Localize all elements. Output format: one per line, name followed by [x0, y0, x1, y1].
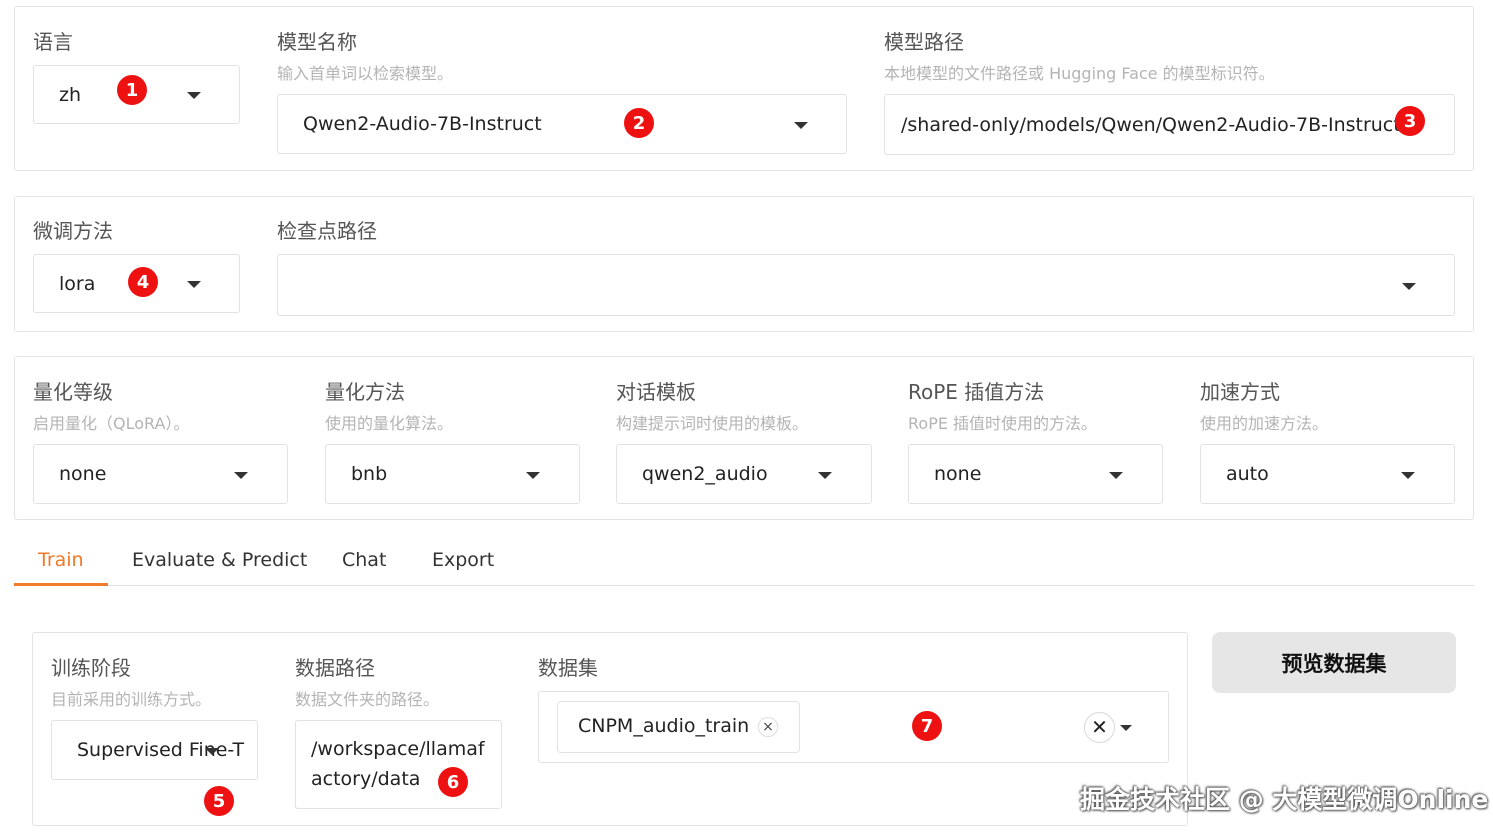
rope-dropdown[interactable]: none — [908, 444, 1163, 504]
quant-bit-dropdown[interactable]: none — [33, 444, 288, 504]
quant-method-value: bnb — [351, 463, 388, 485]
quant-method-dropdown[interactable]: bnb — [325, 444, 580, 504]
chevron-down-icon — [526, 472, 540, 479]
annotation-badge-2: 2 — [624, 108, 654, 138]
tab-train[interactable]: Train — [38, 549, 84, 571]
quant-bit-label: 量化等级 — [33, 380, 113, 404]
quant-method-hint: 使用的量化算法。 — [325, 414, 454, 433]
dataset-chip-label: CNPM_audio_train — [578, 715, 750, 737]
checkpoint-label: 检查点路径 — [277, 219, 377, 243]
model-path-label: 模型路径 — [884, 30, 964, 54]
model-path-hint: 本地模型的文件路径或 Hugging Face 的模型标识符。 — [884, 64, 1275, 83]
dataset-dir-value-line1: /workspace/llamaf — [311, 738, 485, 760]
annotation-badge-5: 5 — [204, 786, 234, 816]
model-path-input[interactable]: /shared-only/models/Qwen/Qwen2-Audio-7B-… — [884, 94, 1455, 155]
annotation-badge-7: 7 — [912, 711, 942, 741]
model-name-hint: 输入首单词以检索模型。 — [277, 64, 454, 83]
rope-hint: RoPE 插值时使用的方法。 — [908, 414, 1098, 433]
template-dropdown[interactable]: qwen2_audio — [616, 444, 872, 504]
training-stage-hint: 目前采用的训练方式。 — [51, 690, 212, 709]
chevron-down-icon — [205, 748, 219, 755]
chevron-down-icon — [234, 472, 248, 479]
annotation-badge-3: 3 — [1395, 106, 1425, 136]
model-name-dropdown[interactable]: Qwen2-Audio-7B-Instruct — [277, 94, 847, 154]
booster-dropdown[interactable]: auto — [1200, 444, 1455, 504]
language-label: 语言 — [33, 30, 73, 54]
quant-method-label: 量化方法 — [325, 380, 405, 404]
dataset-multiselect[interactable]: CNPM_audio_train × ✕ — [538, 691, 1169, 763]
watermark: 掘金技术社区 @ 大模型微调Online — [1080, 785, 1489, 814]
template-hint: 构建提示词时使用的模板。 — [616, 414, 809, 433]
training-stage-dropdown[interactable]: Supervised Fine-T — [51, 720, 258, 780]
annotation-badge-1: 1 — [117, 75, 147, 105]
tab-bar — [14, 585, 1474, 586]
chevron-down-icon — [1402, 283, 1416, 290]
quant-bit-hint: 启用量化（QLoRA）。 — [33, 414, 190, 433]
booster-value: auto — [1226, 463, 1269, 485]
rope-value: none — [934, 463, 982, 485]
chevron-down-icon — [187, 281, 201, 288]
dataset-dir-value-line2: actory/data — [311, 768, 421, 790]
dataset-dir-input[interactable]: /workspace/llamaf actory/data — [295, 720, 502, 809]
chevron-down-icon — [1120, 725, 1132, 731]
finetune-method-label: 微调方法 — [33, 219, 113, 243]
chip-remove-icon[interactable]: × — [758, 717, 778, 737]
language-value: zh — [59, 83, 82, 106]
tab-train-underline — [14, 583, 108, 586]
quant-bit-value: none — [59, 463, 107, 485]
booster-hint: 使用的加速方法。 — [1200, 414, 1329, 433]
clear-icon[interactable]: ✕ — [1084, 712, 1115, 743]
checkpoint-dropdown[interactable] — [277, 254, 1455, 316]
annotation-badge-6: 6 — [438, 767, 468, 797]
model-path-value: /shared-only/models/Qwen/Qwen2-Audio-7B-… — [901, 113, 1401, 136]
dataset-label: 数据集 — [538, 656, 598, 680]
finetune-method-value: lora — [59, 272, 96, 295]
template-label: 对话模板 — [616, 380, 696, 404]
chevron-down-icon — [1109, 472, 1123, 479]
chevron-down-icon — [794, 122, 808, 129]
training-stage-label: 训练阶段 — [51, 656, 131, 680]
rope-label: RoPE 插值方法 — [908, 380, 1045, 404]
booster-label: 加速方式 — [1200, 380, 1280, 404]
chevron-down-icon — [818, 472, 832, 479]
chevron-down-icon — [187, 92, 201, 99]
training-stage-value: Supervised Fine-T — [77, 739, 245, 761]
dataset-dir-hint: 数据文件夹的路径。 — [295, 690, 440, 709]
chevron-down-icon — [1401, 472, 1415, 479]
dataset-chip: CNPM_audio_train × — [557, 701, 800, 753]
model-name-value: Qwen2-Audio-7B-Instruct — [303, 113, 542, 135]
dataset-dir-label: 数据路径 — [295, 656, 375, 680]
preview-dataset-button[interactable]: 预览数据集 — [1212, 632, 1456, 693]
model-name-label: 模型名称 — [277, 30, 357, 54]
template-value: qwen2_audio — [642, 463, 768, 485]
annotation-badge-4: 4 — [128, 267, 158, 297]
tab-chat[interactable]: Chat — [342, 549, 386, 571]
tab-evaluate-predict[interactable]: Evaluate & Predict — [132, 549, 307, 571]
tab-export[interactable]: Export — [432, 549, 494, 571]
